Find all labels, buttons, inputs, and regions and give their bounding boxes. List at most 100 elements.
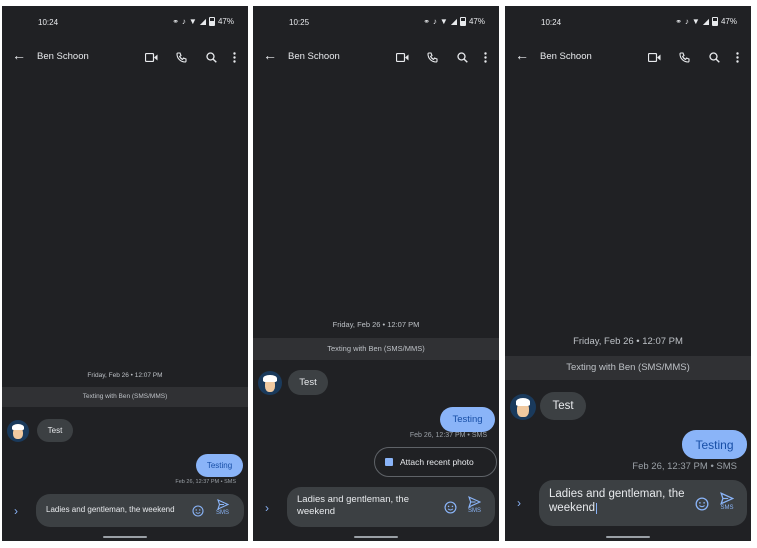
- conversation-date: Friday, Feb 26 • 12:07 PM: [87, 372, 163, 379]
- status-time: 10:25: [289, 18, 310, 27]
- emoji-icon[interactable]: [444, 501, 457, 519]
- image-icon: [385, 458, 393, 466]
- phone-call-icon[interactable]: [417, 49, 447, 65]
- video-call-icon[interactable]: [639, 49, 669, 65]
- contact-name: Ben Schoon: [540, 51, 592, 62]
- phone-screen-2: 10:25 ⚭ ♪ ▼ ◢ 47% ← Ben Schoon Friday, F…: [253, 6, 499, 541]
- compose-text[interactable]: Ladies and gentleman, the weekend: [549, 487, 694, 516]
- back-arrow-icon[interactable]: ←: [515, 47, 529, 63]
- expand-chevron-icon[interactable]: ›: [14, 504, 18, 518]
- battery-icon: [459, 17, 466, 26]
- back-arrow-icon[interactable]: ←: [12, 47, 26, 63]
- send-button[interactable]: SMS: [720, 492, 734, 511]
- avatar[interactable]: [258, 371, 282, 395]
- search-icon[interactable]: [447, 49, 477, 65]
- send-type-label: SMS: [216, 510, 230, 516]
- more-options-icon[interactable]: [477, 49, 493, 65]
- status-bar: 10:24 ⚭ ♪ ▼ ◢ 47%: [505, 6, 751, 36]
- texting-banner: Texting with Ben (SMS/MMS): [505, 356, 751, 380]
- emoji-icon[interactable]: [695, 497, 709, 516]
- battery-level: 47%: [468, 17, 485, 26]
- status-time: 10:24: [38, 18, 59, 27]
- send-type-label: SMS: [720, 505, 734, 511]
- status-icons: ⚭ ♪ ▼ ◢ 47%: [675, 17, 737, 26]
- send-icon: [216, 499, 229, 510]
- status-time: 10:24: [541, 18, 562, 27]
- outgoing-message[interactable]: Testing: [196, 454, 243, 477]
- text-cursor: [596, 502, 598, 514]
- send-icon: [720, 492, 734, 505]
- status-bar: 10:25 ⚭ ♪ ▼ ◢ 47%: [253, 6, 499, 36]
- app-bar: ← Ben Schoon: [253, 44, 499, 70]
- back-arrow-icon[interactable]: ←: [263, 47, 277, 63]
- wifi-icon: ▼: [439, 17, 448, 26]
- compose-row: › Ladies and gentleman, the weekend SMS: [2, 494, 248, 527]
- compose-text[interactable]: Ladies and gentleman, the weekend: [46, 505, 186, 515]
- incoming-message[interactable]: Test: [37, 419, 73, 442]
- more-options-icon[interactable]: [226, 49, 242, 65]
- wifi-icon: ▼: [691, 17, 700, 26]
- more-options-icon[interactable]: [729, 49, 745, 65]
- outgoing-message[interactable]: Testing: [682, 430, 747, 459]
- contact-name: Ben Schoon: [288, 51, 340, 62]
- battery-icon: [711, 17, 718, 26]
- app-bar: ← Ben Schoon: [505, 44, 751, 70]
- avatar[interactable]: [510, 394, 536, 420]
- conversation-date: Friday, Feb 26 • 12:07 PM: [573, 336, 683, 347]
- signal-icon: ◢: [702, 17, 709, 26]
- appbar-actions: [387, 49, 493, 65]
- message-meta: Feb 26, 12:37 PM • SMS: [632, 461, 737, 472]
- status-icons: ⚭ ♪ ▼ ◢ 47%: [172, 17, 234, 26]
- send-button[interactable]: SMS: [216, 499, 229, 516]
- signal-icon: ◢: [199, 17, 206, 26]
- app-bar: ← Ben Schoon: [2, 44, 248, 70]
- battery-level: 47%: [217, 17, 234, 26]
- expand-chevron-icon[interactable]: ›: [517, 496, 521, 510]
- status-bar: 10:24 ⚭ ♪ ▼ ◢ 47%: [2, 6, 248, 36]
- compose-row: › Ladies and gentleman, the weekend SMS: [505, 480, 751, 526]
- mute-icon: ♪: [181, 17, 186, 26]
- home-indicator[interactable]: [354, 536, 398, 538]
- conversation-date: Friday, Feb 26 • 12:07 PM: [332, 320, 420, 329]
- video-call-icon[interactable]: [136, 49, 166, 65]
- search-icon[interactable]: [699, 49, 729, 65]
- home-indicator[interactable]: [103, 536, 147, 538]
- search-icon[interactable]: [196, 49, 226, 65]
- send-icon: [468, 496, 481, 508]
- incoming-message[interactable]: Test: [540, 392, 586, 420]
- message-meta: Feb 26, 12:37 PM • SMS: [409, 432, 487, 439]
- link-icon: ⚭: [172, 17, 179, 26]
- home-indicator[interactable]: [606, 536, 650, 538]
- video-call-icon[interactable]: [387, 49, 417, 65]
- appbar-actions: [639, 49, 745, 65]
- attach-recent-photo-chip[interactable]: Attach recent photo: [374, 447, 497, 477]
- contact-name: Ben Schoon: [37, 51, 89, 62]
- expand-chevron-icon[interactable]: ›: [265, 501, 269, 515]
- wifi-icon: ▼: [188, 17, 197, 26]
- compose-text[interactable]: Ladies and gentleman, the weekend: [297, 494, 437, 518]
- phone-call-icon[interactable]: [669, 49, 699, 65]
- phone-call-icon[interactable]: [166, 49, 196, 65]
- attach-label: Attach recent photo: [400, 457, 474, 467]
- outgoing-message[interactable]: Testing: [440, 407, 495, 432]
- message-meta: Feb 26, 12:37 PM • SMS: [175, 479, 236, 485]
- battery-level: 47%: [720, 17, 737, 26]
- texting-banner: Texting with Ben (SMS/MMS): [2, 387, 248, 407]
- battery-icon: [208, 17, 215, 26]
- mute-icon: ♪: [432, 17, 437, 26]
- send-type-label: SMS: [468, 508, 482, 514]
- compose-row: › Ladies and gentleman, the weekend SMS: [253, 487, 499, 527]
- compose-text-content: Ladies and gentleman, the weekend: [549, 488, 685, 515]
- phone-screen-1: 10:24 ⚭ ♪ ▼ ◢ 47% ← Ben Schoon Friday, F…: [2, 6, 248, 541]
- signal-icon: ◢: [450, 17, 457, 26]
- emoji-icon[interactable]: [192, 504, 204, 522]
- avatar[interactable]: [7, 420, 29, 442]
- status-icons: ⚭ ♪ ▼ ◢ 47%: [423, 17, 485, 26]
- mute-icon: ♪: [684, 17, 689, 26]
- send-button[interactable]: SMS: [468, 496, 481, 514]
- link-icon: ⚭: [423, 17, 430, 26]
- texting-banner: Texting with Ben (SMS/MMS): [253, 338, 499, 360]
- link-icon: ⚭: [675, 17, 682, 26]
- appbar-actions: [136, 49, 242, 65]
- incoming-message[interactable]: Test: [288, 370, 328, 395]
